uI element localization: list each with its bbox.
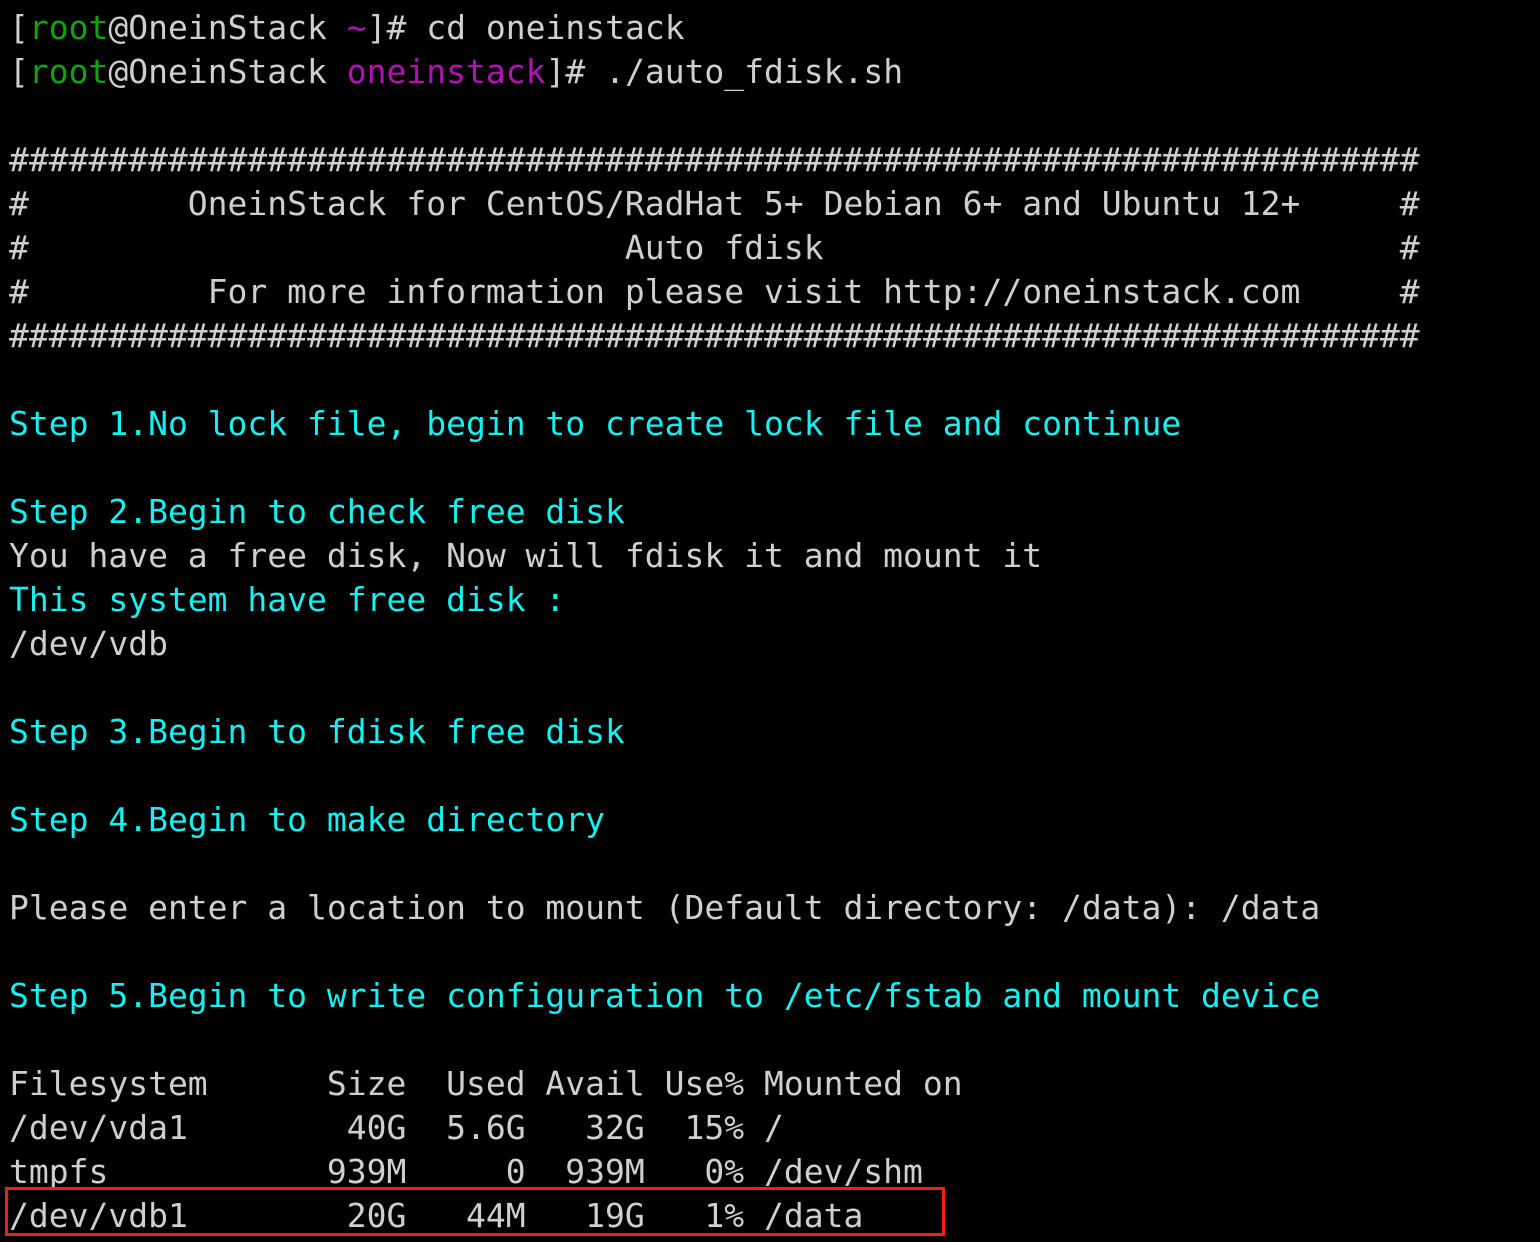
- table-row: /dev/vda1 40G 5.6G 32G 15% /: [9, 1108, 784, 1147]
- prompt-user: root: [28, 8, 109, 47]
- step-2-free-disk-label: This system have free disk :: [9, 580, 566, 619]
- prompt-path: ~: [346, 8, 367, 47]
- banner-title-line: # OneinStack for CentOS/RadHat 5+ Debian…: [9, 184, 1420, 223]
- terminal-window[interactable]: [root@OneinStack ~]# cd oneinstack [root…: [0, 0, 1540, 1242]
- step-1-text: Step 1.No lock file, begin to create loc…: [9, 404, 1182, 443]
- prompt-bracket-open: [: [9, 8, 29, 47]
- step-4-text: Step 4.Begin to make directory: [9, 800, 606, 839]
- banner-subtitle-line: # Auto fdisk #: [9, 228, 1420, 267]
- prompt-bracket-close: ]#: [545, 52, 606, 91]
- banner-info-line: # For more information please visit http…: [9, 272, 1420, 311]
- command-text: cd oneinstack: [426, 8, 685, 47]
- banner-rule-bottom: ########################################…: [9, 316, 1420, 355]
- prompt-bracket-close: ]#: [366, 8, 427, 47]
- prompt-bracket-open: [: [9, 52, 29, 91]
- prompt-user: root: [28, 52, 109, 91]
- prompt-at-symbol: @: [108, 52, 129, 91]
- step-2-message: You have a free disk, Now will fdisk it …: [9, 536, 1043, 575]
- mount-location-prompt[interactable]: Please enter a location to mount (Defaul…: [9, 886, 1540, 930]
- command-text: ./auto_fdisk.sh: [605, 52, 904, 91]
- step-5-text: Step 5.Begin to write configuration to /…: [9, 976, 1321, 1015]
- step-2-free-disk-device: /dev/vdb: [9, 624, 168, 663]
- table-row: tmpfs 939M 0 939M 0% /dev/shm: [9, 1152, 923, 1191]
- prompt-path: oneinstack: [346, 52, 546, 91]
- terminal-line-prompt-1: [root@OneinStack ~]# cd oneinstack: [9, 6, 1540, 50]
- banner-rule-top: ########################################…: [9, 140, 1420, 179]
- step-3-text: Step 3.Begin to fdisk free disk: [9, 712, 625, 751]
- prompt-hostname: OneinStack: [128, 52, 327, 91]
- prompt-at-symbol: @: [108, 8, 129, 47]
- prompt-hostname: OneinStack: [128, 8, 327, 47]
- step-2-text: Step 2.Begin to check free disk: [9, 492, 625, 531]
- terminal-line-prompt-2: [root@OneinStack oneinstack]# ./auto_fdi…: [9, 50, 1540, 94]
- table-row: /dev/vdb1 20G 44M 19G 1% /data: [9, 1196, 864, 1235]
- df-table-header: Filesystem Size Used Avail Use% Mounted …: [9, 1064, 963, 1103]
